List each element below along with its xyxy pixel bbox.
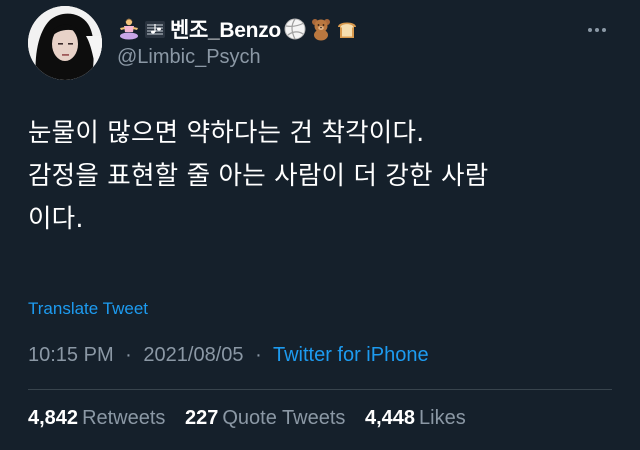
teddy-bear-emoji-icon bbox=[309, 17, 333, 41]
translate-tweet-link[interactable]: Translate Tweet bbox=[28, 299, 148, 319]
tweet-date[interactable]: 2021/08/05 bbox=[143, 344, 243, 366]
tweet-text-line: 이다. bbox=[28, 204, 84, 234]
quote-tweets-stat[interactable]: 227 Quote Tweets bbox=[185, 407, 345, 429]
more-dot-icon bbox=[602, 28, 606, 32]
avatar-photo bbox=[28, 6, 102, 80]
more-dot-icon bbox=[595, 28, 599, 32]
retweets-stat[interactable]: 4,842 Retweets bbox=[28, 407, 165, 429]
author-handle[interactable]: @Limbic_Psych bbox=[117, 46, 261, 69]
tweet-text-line: 감정을 표현할 줄 아는 사람이 더 강한 사람 bbox=[28, 161, 489, 191]
divider bbox=[28, 389, 612, 390]
likes-label: Likes bbox=[419, 407, 466, 429]
retweets-label: Retweets bbox=[82, 407, 166, 429]
likes-stat[interactable]: 4,448 Likes bbox=[365, 407, 466, 429]
music-staff-emoji-icon bbox=[143, 17, 167, 41]
tweet-card: 벤조_Benzo @Limbic_Psych 눈물이 많으면 약하다는 건 착각… bbox=[0, 0, 640, 450]
tweet-time[interactable]: 10:15 PM bbox=[28, 344, 114, 366]
meta-separator: · bbox=[125, 344, 132, 366]
more-options-button[interactable] bbox=[582, 20, 612, 40]
meta-separator: · bbox=[255, 344, 262, 366]
tweet-source-link[interactable]: Twitter for iPhone bbox=[273, 344, 429, 366]
author-display-name[interactable]: 벤조_Benzo bbox=[170, 14, 281, 44]
more-dot-icon bbox=[588, 28, 592, 32]
likes-count: 4,448 bbox=[364, 407, 416, 429]
quote-tweets-label: Quote Tweets bbox=[222, 407, 346, 429]
volleyball-emoji-icon bbox=[283, 17, 307, 41]
retweets-count: 4,842 bbox=[28, 407, 79, 429]
tweet-text-line: 눈물이 많으면 약하다는 건 착각이다. bbox=[28, 118, 425, 148]
author-name-row[interactable]: 벤조_Benzo bbox=[117, 14, 361, 44]
tweet-meta: 10:15 PM · 2021/08/05 · Twitter for iPho… bbox=[28, 344, 429, 367]
meditating-person-emoji-icon bbox=[117, 17, 141, 41]
quote-tweets-count: 227 bbox=[185, 407, 219, 429]
bread-emoji-icon bbox=[335, 17, 359, 41]
tweet-stats: 4,842 Retweets 227 Quote Tweets 4,448 Likes bbox=[28, 407, 480, 430]
tweet-text: 눈물이 많으면 약하다는 건 착각이다. 감정을 표현할 줄 아는 사람이 더 … bbox=[28, 112, 608, 241]
avatar[interactable] bbox=[28, 6, 102, 80]
